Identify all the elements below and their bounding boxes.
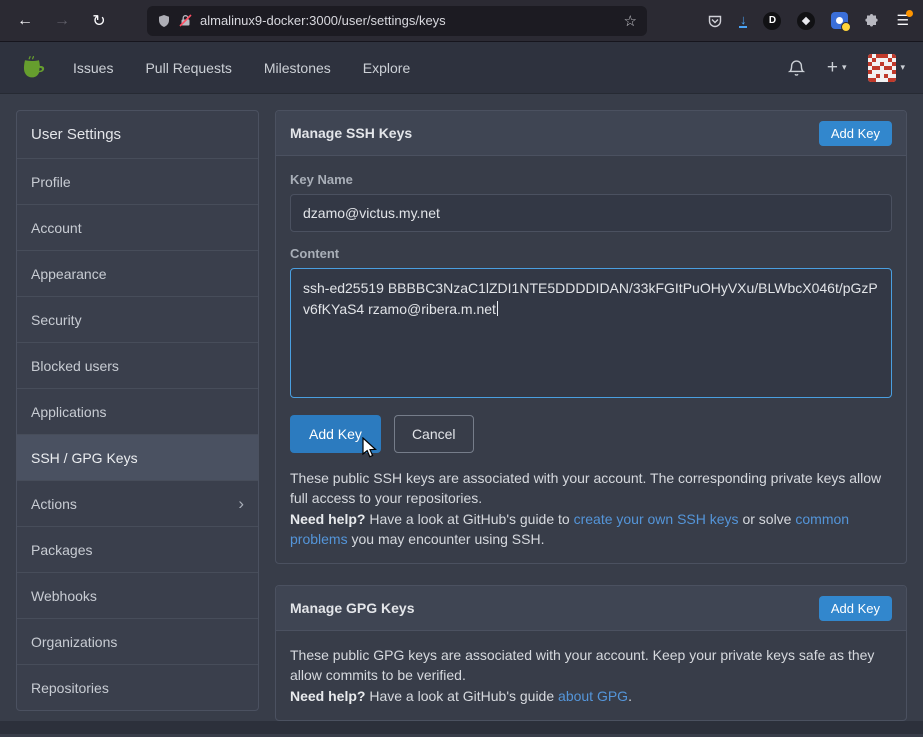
sidebar-item[interactable]: Packages	[17, 526, 258, 572]
sidebar-item[interactable]: Webhooks	[17, 572, 258, 618]
key-name-label: Key Name	[290, 172, 892, 187]
ssh-help-text: These public SSH keys are associated wit…	[290, 468, 892, 549]
menu-icon[interactable]: ☰	[896, 12, 909, 29]
sidebar-menu: Profile Account Appearance Security	[17, 158, 258, 710]
reload-button[interactable]: ↻	[84, 7, 114, 35]
navbar-right: +▾ ▾	[788, 54, 905, 82]
settings-page: User Settings Profile Account Appearance	[0, 94, 923, 737]
ssh-add-key-toggle-button[interactable]: Add Key	[819, 121, 892, 146]
sidebar-item[interactable]: Repositories	[17, 664, 258, 710]
sidebar-item-label: Organizations	[31, 634, 117, 650]
url-text: almalinux9-docker:3000/user/settings/key…	[200, 13, 616, 28]
text-caret	[497, 301, 499, 316]
bookmark-star-icon[interactable]: ☆	[624, 12, 637, 30]
url-bar[interactable]: almalinux9-docker:3000/user/settings/key…	[147, 6, 647, 36]
sidebar-title: User Settings	[17, 111, 258, 158]
content-label: Content	[290, 246, 892, 261]
sidebar-item-label: Actions	[31, 496, 77, 512]
sidebar-item-label: Applications	[31, 404, 107, 420]
chevron-down-icon: ▾	[900, 62, 905, 73]
sidebar-item[interactable]: Actions	[17, 480, 258, 526]
sidebar-item[interactable]: Profile	[17, 158, 258, 204]
sidebar-item-label: Profile	[31, 174, 71, 190]
avatar	[868, 54, 896, 82]
sidebar-item-label: Appearance	[31, 266, 107, 282]
sidebar-item[interactable]: Security	[17, 296, 258, 342]
ssh-content-text: ssh-ed25519 BBBBC3NzaC1lZDI1NTE5DDDDIDAN…	[303, 280, 878, 317]
sidebar-item-label: Account	[31, 220, 82, 236]
gpg-add-key-toggle-button[interactable]: Add Key	[819, 596, 892, 621]
sidebar-item-label: Security	[31, 312, 82, 328]
sidebar-item-label: Packages	[31, 542, 92, 558]
chevron-right-icon	[238, 495, 244, 512]
sidebar-item-label: SSH / GPG Keys	[31, 450, 138, 466]
sidebar-item-label: Webhooks	[31, 588, 97, 604]
add-key-submit-button[interactable]: Add Key	[290, 415, 381, 453]
app-navbar: IssuesPull RequestsMilestonesExplore +▾	[0, 42, 923, 94]
create-new-button[interactable]: +▾	[827, 58, 847, 77]
extension-d-icon[interactable]: D	[763, 12, 781, 30]
ssh-card-header: Manage SSH Keys Add Key	[276, 111, 906, 156]
sidebar-item[interactable]: Appearance	[17, 250, 258, 296]
sidebar-item-label: Blocked users	[31, 358, 119, 374]
gpg-help-text: These public GPG keys are associated wit…	[290, 645, 892, 706]
update-badge	[906, 10, 913, 17]
nav-link[interactable]: Issues	[73, 60, 113, 76]
sidebar-item[interactable]: Applications	[17, 388, 258, 434]
browser-toolbar: ← → ↻ almalinux9-docker:3000/user/settin…	[0, 0, 923, 42]
downloads-icon[interactable]: ↓	[739, 14, 748, 28]
settings-sidebar: User Settings Profile Account Appearance	[16, 110, 259, 711]
chevron-down-icon: ▾	[842, 62, 847, 73]
forward-button[interactable]: →	[47, 7, 77, 35]
extension-shapes-icon[interactable]	[797, 12, 815, 30]
ssh-keys-card: Manage SSH Keys Add Key Key Name Content…	[275, 110, 907, 564]
nav-link[interactable]: Milestones	[264, 60, 331, 76]
create-ssh-keys-link[interactable]: create your own SSH keys	[574, 511, 739, 527]
sidebar-item[interactable]: SSH / GPG Keys	[17, 434, 258, 480]
gpg-card-title: Manage GPG Keys	[290, 600, 415, 616]
cancel-button[interactable]: Cancel	[394, 415, 474, 453]
extension-password-icon[interactable]	[831, 12, 848, 29]
nav-link[interactable]: Pull Requests	[145, 60, 231, 76]
tracking-shield-icon[interactable]	[157, 14, 171, 28]
back-button[interactable]: ←	[10, 7, 40, 35]
sidebar-item[interactable]: Account	[17, 204, 258, 250]
ssh-card-title: Manage SSH Keys	[290, 125, 412, 141]
pocket-icon[interactable]	[707, 13, 723, 29]
gpg-card-body: These public GPG keys are associated wit…	[276, 631, 906, 720]
about-gpg-link[interactable]: about GPG	[558, 688, 628, 704]
sidebar-item[interactable]: Blocked users	[17, 342, 258, 388]
notifications-bell-icon[interactable]	[788, 59, 805, 77]
ssh-content-textarea[interactable]: ssh-ed25519 BBBBC3NzaC1lZDI1NTE5DDDDIDAN…	[290, 268, 892, 398]
sidebar-item[interactable]: Organizations	[17, 618, 258, 664]
nav-links: Issues Pull Requests Milestones Explore	[73, 60, 410, 76]
sidebar-item-label: Repositories	[31, 680, 109, 696]
page-footer	[0, 721, 923, 734]
key-name-input[interactable]	[290, 194, 892, 232]
gitea-logo[interactable]	[18, 54, 45, 81]
nav-link[interactable]: Explore	[363, 60, 410, 76]
extensions-puzzle-icon[interactable]	[864, 13, 880, 29]
user-menu[interactable]: ▾	[868, 54, 905, 82]
insecure-lock-icon[interactable]	[179, 14, 192, 27]
main-content: Manage SSH Keys Add Key Key Name Content…	[275, 110, 907, 721]
plus-icon: +	[827, 58, 838, 77]
gpg-keys-card: Manage GPG Keys Add Key These public GPG…	[275, 585, 907, 721]
gpg-card-header: Manage GPG Keys Add Key	[276, 586, 906, 631]
ssh-card-body: Key Name Content ssh-ed25519 BBBBC3NzaC1…	[276, 156, 906, 563]
toolbar-right-icons: ↓ D ☰	[707, 12, 913, 30]
form-actions: Add Key Cancel	[290, 415, 892, 453]
